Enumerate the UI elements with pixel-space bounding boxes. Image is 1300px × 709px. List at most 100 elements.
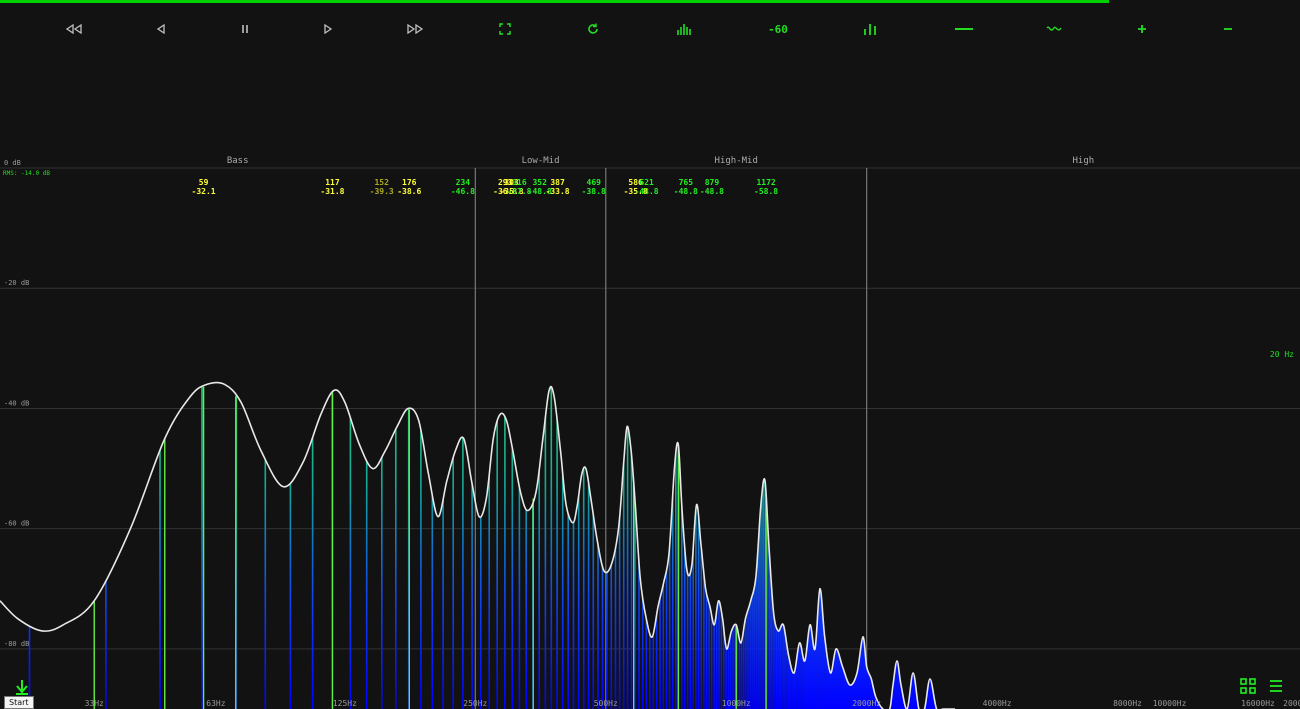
spectrum-bar [875,382,878,709]
spectrum-bar [951,382,954,709]
spectrum-bar [675,382,677,709]
spectrum-bar [431,382,434,709]
spectrum-bar [950,382,953,709]
wave-button[interactable] [1034,14,1074,44]
spectrum-bar [948,382,950,709]
spectrum-bar [381,382,383,709]
spectrum-bar [913,382,915,709]
spectrum-bar [932,382,935,709]
spectrum-bar [786,382,788,709]
db-tick-label: -40 dB [4,399,29,407]
spectrum-bar [538,382,540,709]
spectrum-bar [601,382,604,709]
line-icon [955,27,973,31]
spectrum-bar [201,382,203,709]
spectrum-bar [800,382,803,709]
spectrum-bar [849,382,852,709]
freq-tick-label: 500Hz [594,699,618,708]
grid-view-icon[interactable] [1240,678,1256,694]
floor-60-button[interactable]: -60 [758,14,798,44]
spectrum-bar [105,382,107,709]
peak-frequency-label: 316 [512,178,527,187]
peak-frequency-label: 176 [402,178,417,187]
spectrum-bar [917,382,920,709]
spectrum-bar [668,382,671,709]
spectrum-bar [924,382,926,709]
spectrum-bar [708,382,710,709]
spectrum-bar [655,382,658,709]
spectrum-bar [659,382,661,709]
spectrum-bar [883,382,886,709]
spectrum-bar [944,382,946,709]
spectrum-bar [796,382,798,709]
spectrum-bar [662,382,665,709]
spectrum-bar [920,382,922,709]
pause-button[interactable] [225,14,265,44]
spectrum-bar [840,382,842,709]
prev-button[interactable] [141,14,181,44]
spectrum-bar [740,382,743,709]
spectrum-bar [525,382,527,709]
spectrum-bar [863,382,866,709]
peak-db-label: -46.8 [451,187,475,196]
spectrum-bar [901,382,904,709]
spectrum-bar [862,382,865,709]
spectrum-bar [887,382,890,709]
spectrum-bar [951,382,953,709]
spectrum-bar [942,382,945,709]
spectrum-bar [792,382,795,709]
db-tick-label: -80 dB [4,640,29,648]
spectrum-bar [892,382,895,709]
spectrum-bar [925,382,927,709]
plus-button[interactable] [1122,14,1162,44]
peak-db-label: -48.8 [635,187,659,196]
spectrum-bar [727,382,730,709]
spectrum-bar [946,382,949,709]
pause-icon [240,24,250,34]
spectrum-bar [891,382,894,709]
spectrum-bar [550,382,553,709]
spectrum-bar [947,382,950,709]
spectrum-bar [949,382,951,709]
bars-toggle-button[interactable] [850,14,890,44]
spectrum-bar [814,382,816,709]
spectrum-bar [945,382,948,709]
spectrum-bar [908,382,910,709]
plus-icon [1137,24,1147,34]
spectrum-bar [159,382,161,709]
playback-progress-bar[interactable] [0,0,1109,3]
spectrum-bar [749,382,751,709]
start-marker-icon[interactable] [14,680,30,696]
triangle-left-icon [156,24,166,34]
freq-tick-label: 125Hz [333,699,357,708]
spectrum-bar [882,382,885,709]
fullscreen-button[interactable] [485,14,525,44]
spectrum-bar [876,382,879,709]
spectrum-bar [488,382,490,709]
spectrum-bar [511,382,514,709]
spectrum-bar [885,382,888,709]
flat-line-button[interactable] [944,14,984,44]
spectrum-bar [954,382,956,709]
spectrum-bar [859,382,861,709]
fast-forward-button[interactable] [395,14,435,44]
spectrum-bar [692,382,694,709]
spectrum-bar [597,382,599,709]
rewind-button[interactable] [54,14,94,44]
minus-button[interactable] [1208,14,1248,44]
peak-db-label: -38.8 [582,187,606,196]
spectrum-bar [349,382,352,709]
spectrum-bar [953,382,955,709]
peak-db-label: -48.8 [674,187,698,196]
spectrum-bar [784,382,787,709]
play-button[interactable] [308,14,348,44]
spectrum-bar [686,382,689,709]
spectrum-bar [777,382,780,709]
refresh-button[interactable] [573,14,613,44]
spectrum-bar [905,382,908,709]
bars-view-button[interactable] [664,14,704,44]
freq-tick-label: 63Hz [206,699,225,708]
spectrum-bar [572,382,575,709]
spectrum-bar [861,382,864,709]
menu-icon[interactable] [1268,678,1284,694]
